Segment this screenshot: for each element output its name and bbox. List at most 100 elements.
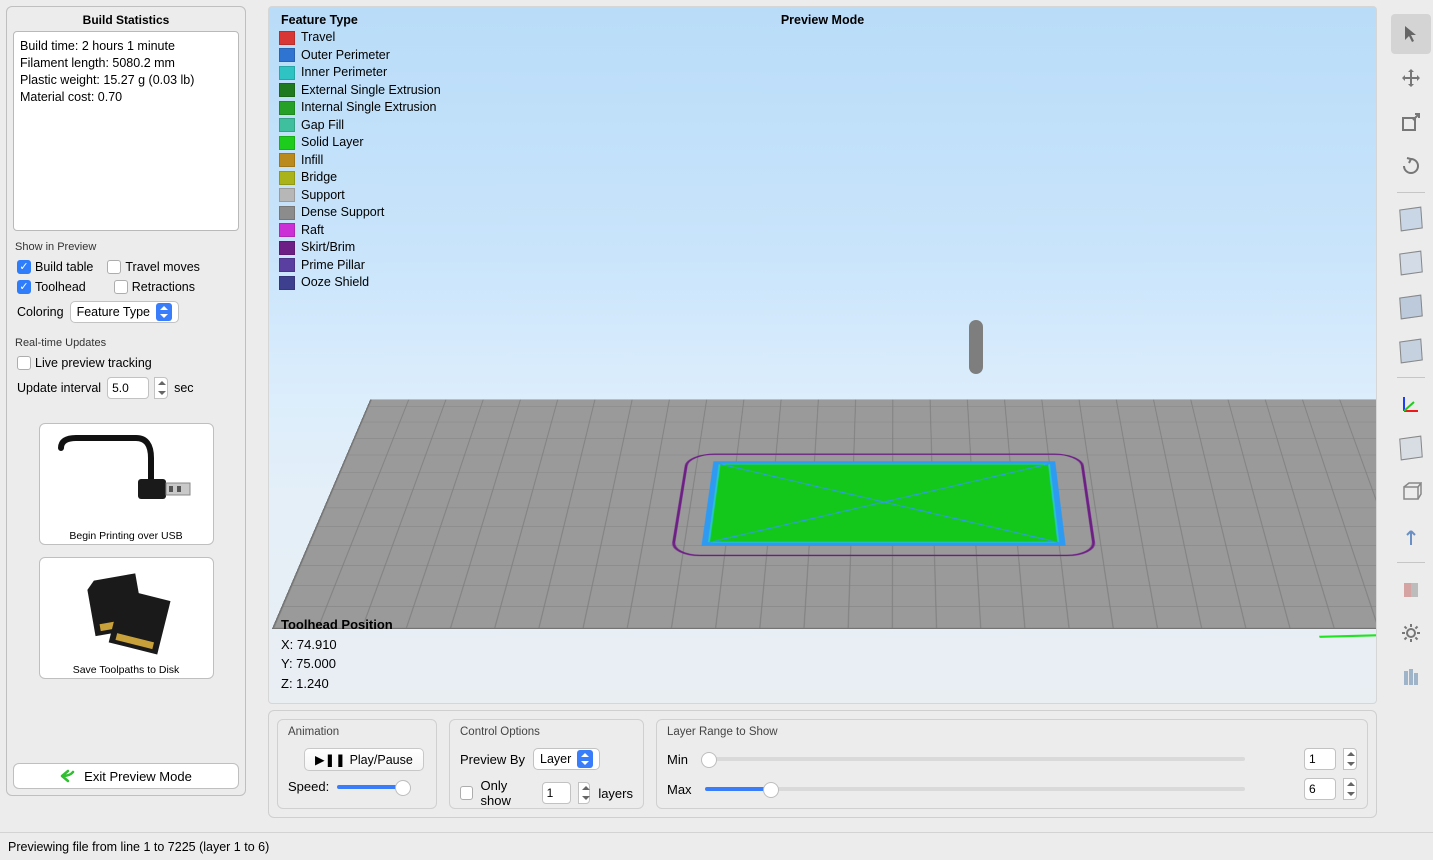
legend-swatch [279, 48, 295, 62]
control-options-group: Control Options Preview By Layer Only sh… [449, 719, 644, 809]
legend-label: Gap Fill [301, 117, 344, 135]
preview-by-value: Layer [540, 752, 571, 766]
only-show-suffix: layers [598, 786, 633, 801]
legend-label: Bridge [301, 169, 337, 187]
support-tool-icon[interactable] [1391, 657, 1431, 697]
left-panel: Build Statistics Build time: 2 hours 1 m… [6, 6, 246, 796]
save-to-disk-button[interactable]: Save Toolpaths to Disk [39, 557, 214, 679]
pointer-tool[interactable] [1391, 14, 1431, 54]
legend-label: External Single Extrusion [301, 82, 441, 100]
max-slider[interactable] [705, 787, 1245, 791]
legend-swatch [279, 101, 295, 115]
legend-label: Skirt/Brim [301, 239, 355, 257]
axes-icon[interactable] [1391, 384, 1431, 424]
wireframe-view-icon[interactable] [1391, 472, 1431, 512]
update-interval-label: Update interval [17, 381, 101, 395]
toolhead-readout: Toolhead Position X: 74.910 Y: 75.000 Z:… [281, 615, 393, 693]
normals-icon[interactable] [1391, 516, 1431, 556]
legend-row: Dense Support [279, 204, 441, 222]
legend-swatch [279, 118, 295, 132]
view-side-icon[interactable] [1391, 331, 1431, 371]
only-show-prefix: Only show [481, 778, 534, 808]
legend-row: Prime Pillar [279, 257, 441, 275]
toolhead-label: Toolhead [35, 280, 86, 294]
retractions-label: Retractions [132, 280, 195, 294]
legend-row: Skirt/Brim [279, 239, 441, 257]
build-table-checkbox[interactable] [17, 260, 31, 274]
legend-swatch [279, 31, 295, 45]
right-toolbar [1389, 6, 1433, 826]
exit-preview-button[interactable]: Exit Preview Mode [13, 763, 239, 789]
build-plate [272, 399, 1377, 628]
solid-view-icon[interactable] [1391, 428, 1431, 468]
view-iso-icon[interactable] [1391, 199, 1431, 239]
min-label: Min [667, 752, 697, 767]
move-tool[interactable] [1391, 58, 1431, 98]
stat-cost: Material cost: 0.70 [20, 89, 232, 106]
legend-row: Gap Fill [279, 117, 441, 135]
preview-object [702, 461, 1066, 545]
play-pause-icon: ▶❚❚ [315, 752, 346, 767]
stat-build-time: Build time: 2 hours 1 minute [20, 38, 232, 55]
travel-moves-checkbox[interactable] [107, 260, 121, 274]
status-text: Previewing file from line 1 to 7225 (lay… [8, 840, 269, 854]
view-top-icon[interactable] [1391, 243, 1431, 283]
legend-row: Inner Perimeter [279, 64, 441, 82]
legend-swatch [279, 171, 295, 185]
speed-slider[interactable] [337, 785, 407, 789]
min-slider[interactable] [705, 757, 1245, 761]
legend-row: External Single Extrusion [279, 82, 441, 100]
live-preview-checkbox[interactable] [17, 356, 31, 370]
legend-label: Ooze Shield [301, 274, 369, 292]
print-over-usb-button[interactable]: Begin Printing over USB [39, 423, 214, 545]
show-in-preview-label: Show in Preview [15, 241, 237, 253]
legend-row: Infill [279, 152, 441, 170]
live-preview-label: Live preview tracking [35, 356, 152, 370]
legend-swatch [279, 206, 295, 220]
view-front-icon[interactable] [1391, 287, 1431, 327]
legend-row: Solid Layer [279, 134, 441, 152]
rotate-tool-icon[interactable] [1391, 146, 1431, 186]
toolhead-checkbox[interactable] [17, 280, 31, 294]
preview-viewport[interactable]: Preview Mode Feature Type TravelOuter Pe… [268, 6, 1377, 704]
max-input[interactable]: 6 [1304, 778, 1336, 800]
preview-by-select[interactable]: Layer [533, 748, 600, 770]
legend-swatch [279, 258, 295, 272]
min-stepper[interactable] [1343, 748, 1357, 770]
toolhead-readout-header: Toolhead Position [281, 615, 393, 635]
legend-label: Support [301, 187, 345, 205]
legend-swatch [279, 223, 295, 237]
animation-group: Animation ▶❚❚ Play/Pause Speed: [277, 719, 437, 809]
travel-moves-label: Travel moves [125, 260, 200, 274]
only-show-stepper[interactable] [578, 782, 591, 804]
toolhead-x: X: 74.910 [281, 635, 393, 655]
only-show-input[interactable]: 1 [542, 782, 571, 804]
legend-swatch [279, 83, 295, 97]
scale-tool-icon[interactable] [1391, 102, 1431, 142]
legend-label: Dense Support [301, 204, 384, 222]
section-view-icon[interactable] [1391, 569, 1431, 609]
speed-label: Speed: [288, 779, 329, 794]
usb-icon [51, 428, 201, 528]
play-pause-label: Play/Pause [350, 753, 413, 767]
min-input[interactable]: 1 [1304, 748, 1336, 770]
dropdown-icon [156, 303, 172, 321]
play-pause-button[interactable]: ▶❚❚ Play/Pause [304, 748, 424, 771]
legend-swatch [279, 153, 295, 167]
max-stepper[interactable] [1343, 778, 1357, 800]
legend-swatch [279, 136, 295, 150]
disk-caption: Save Toolpaths to Disk [73, 664, 180, 676]
exit-preview-label: Exit Preview Mode [84, 769, 192, 784]
build-stats-box: Build time: 2 hours 1 minute Filament le… [13, 31, 239, 231]
only-show-checkbox[interactable] [460, 786, 473, 800]
legend-swatch [279, 188, 295, 202]
settings-icon[interactable] [1391, 613, 1431, 653]
animation-title: Animation [288, 726, 426, 738]
coloring-select[interactable]: Feature Type [70, 301, 179, 323]
retractions-checkbox[interactable] [114, 280, 128, 294]
toolhead-y: Y: 75.000 [281, 654, 393, 674]
feature-type-legend: Feature Type TravelOuter PerimeterInner … [279, 13, 441, 292]
update-interval-input[interactable]: 5.0 [107, 377, 149, 399]
update-interval-stepper[interactable] [154, 377, 168, 399]
legend-header: Feature Type [281, 13, 441, 27]
